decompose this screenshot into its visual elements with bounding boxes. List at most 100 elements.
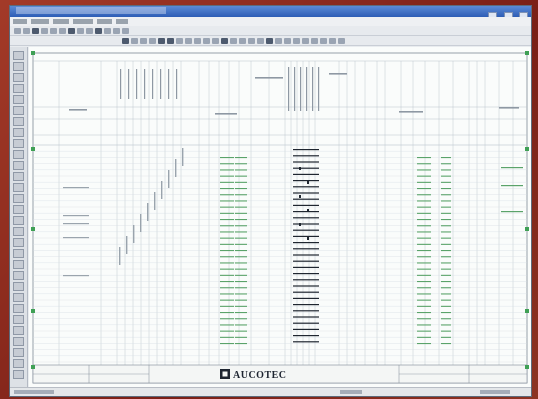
green-entry bbox=[235, 312, 247, 314]
palette-tool-icon[interactable] bbox=[13, 106, 24, 115]
toolbar-tool-icon[interactable] bbox=[104, 28, 111, 34]
palette-tool-icon[interactable] bbox=[13, 293, 24, 302]
green-entry bbox=[417, 299, 431, 301]
schematic-sheet[interactable]: AUCOTEC bbox=[29, 47, 531, 387]
toolbar-tool-icon[interactable] bbox=[212, 38, 219, 44]
toolbar-tool-icon[interactable] bbox=[68, 28, 75, 34]
sheet-corner-marker-icon[interactable] bbox=[525, 227, 529, 231]
toolbar-tool-icon[interactable] bbox=[221, 38, 228, 44]
toolbar-tool-icon[interactable] bbox=[266, 38, 273, 44]
green-entry bbox=[441, 169, 451, 171]
green-entry bbox=[417, 212, 431, 214]
palette-tool-icon[interactable] bbox=[13, 304, 24, 313]
toolbar-tool-icon[interactable] bbox=[248, 38, 255, 44]
toolbar-tool-icon[interactable] bbox=[32, 28, 39, 34]
menu-item[interactable] bbox=[73, 19, 93, 24]
toolbar-tool-icon[interactable] bbox=[302, 38, 309, 44]
green-entry bbox=[441, 212, 451, 214]
toolbar-tool-icon[interactable] bbox=[149, 38, 156, 44]
palette-tool-icon[interactable] bbox=[13, 359, 24, 368]
palette-tool-icon[interactable] bbox=[13, 271, 24, 280]
sheet-corner-marker-icon[interactable] bbox=[525, 309, 529, 313]
palette-tool-icon[interactable] bbox=[13, 95, 24, 104]
toolbar-tool-icon[interactable] bbox=[77, 28, 84, 34]
dark-entry bbox=[299, 167, 301, 170]
toolbar-tool-icon[interactable] bbox=[239, 38, 246, 44]
toolbar-tool-icon[interactable] bbox=[284, 38, 291, 44]
toolbar-tool-icon[interactable] bbox=[311, 38, 318, 44]
palette-tool-icon[interactable] bbox=[13, 139, 24, 148]
palette-tool-icon[interactable] bbox=[13, 260, 24, 269]
window-title bbox=[16, 7, 166, 14]
dark-entry bbox=[299, 223, 301, 226]
drawing-canvas[interactable]: AUCOTEC bbox=[29, 47, 531, 387]
palette-tool-icon[interactable] bbox=[13, 227, 24, 236]
column-header-label bbox=[294, 67, 296, 111]
palette-tool-icon[interactable] bbox=[13, 73, 24, 82]
dark-entry bbox=[293, 260, 319, 262]
toolbar-tool-icon[interactable] bbox=[23, 28, 30, 34]
sheet-corner-marker-icon[interactable] bbox=[525, 51, 529, 55]
toolbar-tool-icon[interactable] bbox=[59, 28, 66, 34]
toolbar-tool-icon[interactable] bbox=[320, 38, 327, 44]
toolbar-tool-icon[interactable] bbox=[275, 38, 282, 44]
menu-item[interactable] bbox=[13, 19, 27, 24]
palette-tool-icon[interactable] bbox=[13, 62, 24, 71]
sheet-corner-marker-icon[interactable] bbox=[525, 365, 529, 369]
menu-item[interactable] bbox=[53, 19, 69, 24]
palette-tool-icon[interactable] bbox=[13, 348, 24, 357]
menu-item[interactable] bbox=[97, 19, 112, 24]
toolbar-tool-icon[interactable] bbox=[95, 28, 102, 34]
toolbar-tool-icon[interactable] bbox=[122, 38, 129, 44]
palette-tool-icon[interactable] bbox=[13, 370, 24, 379]
sheet-corner-marker-icon[interactable] bbox=[31, 309, 35, 313]
toolbar-tool-icon[interactable] bbox=[185, 38, 192, 44]
toolbar-tool-icon[interactable] bbox=[257, 38, 264, 44]
palette-tool-icon[interactable] bbox=[13, 128, 24, 137]
palette-tool-icon[interactable] bbox=[13, 249, 24, 258]
palette-tool-icon[interactable] bbox=[13, 51, 24, 60]
toolbar-tool-icon[interactable] bbox=[167, 38, 174, 44]
toolbar-tool-icon[interactable] bbox=[140, 38, 147, 44]
palette-tool-icon[interactable] bbox=[13, 216, 24, 225]
toolbar-tool-icon[interactable] bbox=[338, 38, 345, 44]
toolbar-tool-icon[interactable] bbox=[329, 38, 336, 44]
sheet-corner-marker-icon[interactable] bbox=[31, 365, 35, 369]
title-bar[interactable] bbox=[10, 6, 531, 20]
toolbar-tool-icon[interactable] bbox=[158, 38, 165, 44]
toolbar-tool-icon[interactable] bbox=[50, 28, 57, 34]
palette-tool-icon[interactable] bbox=[13, 205, 24, 214]
toolbar-tool-icon[interactable] bbox=[194, 38, 201, 44]
palette-tool-icon[interactable] bbox=[13, 315, 24, 324]
menu-item[interactable] bbox=[116, 19, 128, 24]
toolbar-tool-icon[interactable] bbox=[131, 38, 138, 44]
toolbar-tool-icon[interactable] bbox=[176, 38, 183, 44]
palette-tool-icon[interactable] bbox=[13, 84, 24, 93]
toolbar-tool-icon[interactable] bbox=[86, 28, 93, 34]
palette-tool-icon[interactable] bbox=[13, 183, 24, 192]
toolbar-tool-icon[interactable] bbox=[14, 28, 21, 34]
palette-tool-icon[interactable] bbox=[13, 337, 24, 346]
toolbar-tool-icon[interactable] bbox=[230, 38, 237, 44]
palette-tool-icon[interactable] bbox=[13, 194, 24, 203]
palette-tool-icon[interactable] bbox=[13, 282, 24, 291]
sheet-corner-marker-icon[interactable] bbox=[31, 227, 35, 231]
sheet-corner-marker-icon[interactable] bbox=[31, 51, 35, 55]
palette-tool-icon[interactable] bbox=[13, 172, 24, 181]
toolbar-tool-icon[interactable] bbox=[41, 28, 48, 34]
toolbar-tool-icon[interactable] bbox=[122, 28, 129, 34]
dark-entry bbox=[293, 229, 319, 231]
palette-tool-icon[interactable] bbox=[13, 161, 24, 170]
menu-item[interactable] bbox=[31, 19, 49, 24]
palette-tool-icon[interactable] bbox=[13, 150, 24, 159]
sheet-corner-marker-icon[interactable] bbox=[525, 147, 529, 151]
palette-tool-icon[interactable] bbox=[13, 117, 24, 126]
toolbar-tool-icon[interactable] bbox=[293, 38, 300, 44]
sheet-corner-marker-icon[interactable] bbox=[31, 147, 35, 151]
toolbar-tool-icon[interactable] bbox=[113, 28, 120, 34]
toolbar-tool-icon[interactable] bbox=[203, 38, 210, 44]
palette-tool-icon[interactable] bbox=[13, 238, 24, 247]
palette-tool-icon[interactable] bbox=[13, 326, 24, 335]
green-entry bbox=[441, 293, 451, 295]
header-label bbox=[69, 109, 87, 111]
